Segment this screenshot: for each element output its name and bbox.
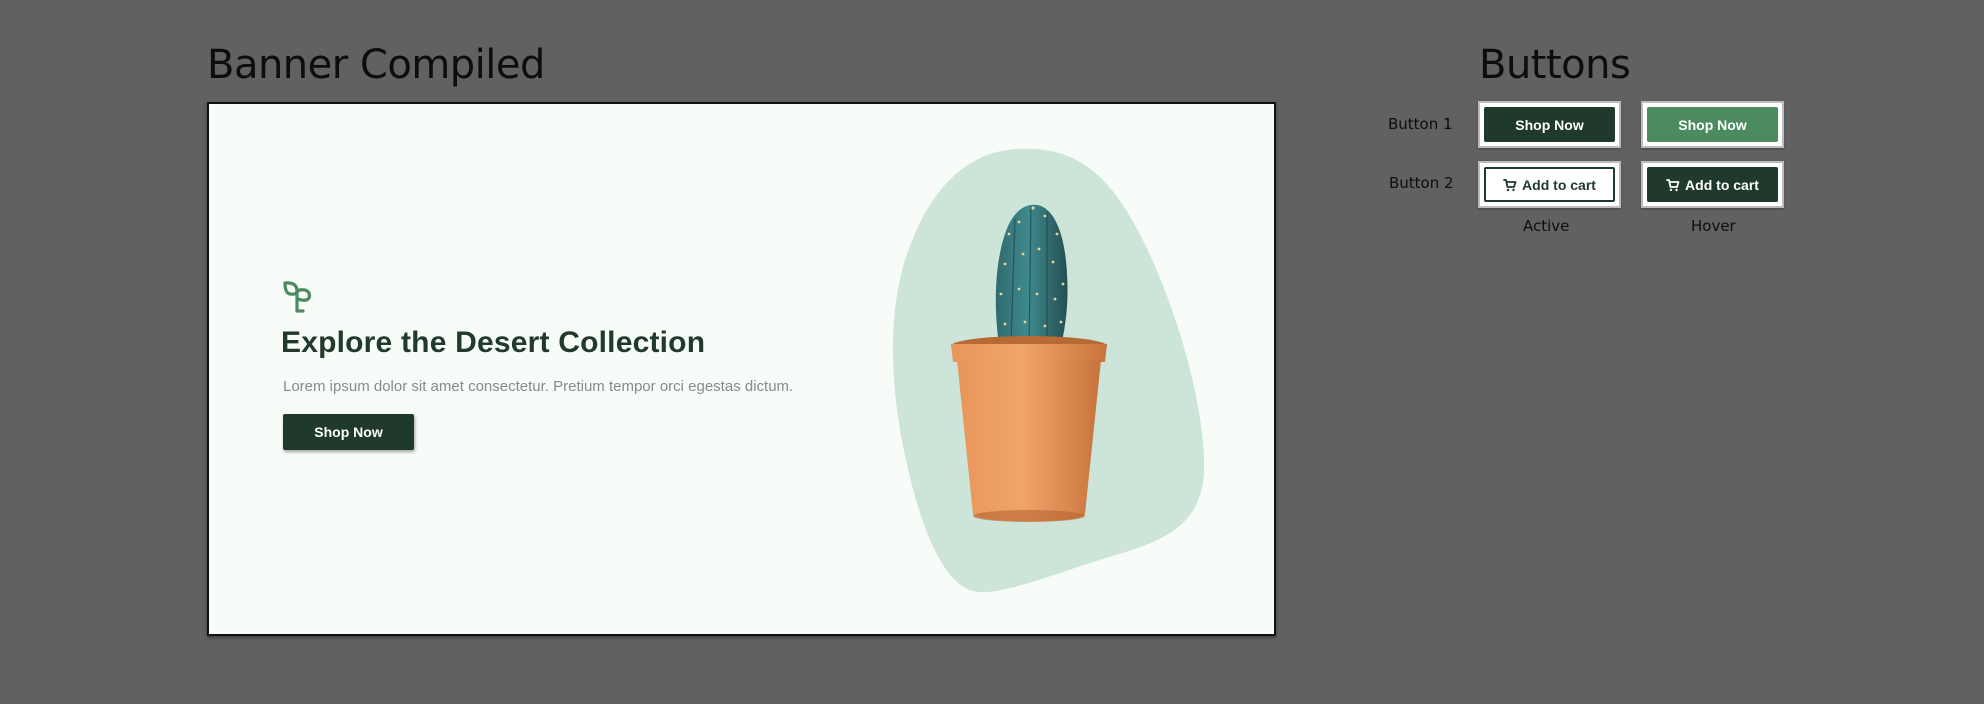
pot-body (957, 360, 1101, 522)
banner-section-title: Banner Compiled (207, 42, 545, 88)
button-2-label: Button 2 (1389, 174, 1454, 192)
hero-banner: Explore the Desert Collection Lorem ipsu… (207, 102, 1276, 636)
state-label-active: Active (1523, 217, 1570, 235)
button-1-active-frame: Shop Now (1478, 101, 1621, 148)
buttons-section-title: Buttons (1479, 42, 1631, 88)
button-1-hover-frame: Shop Now (1641, 101, 1784, 148)
cart-icon (1503, 178, 1517, 191)
sprout-icon (283, 281, 312, 313)
button-2-hover-frame: Add to cart (1641, 161, 1784, 208)
banner-shop-now-button[interactable]: Shop Now (283, 414, 414, 450)
cart-icon (1666, 178, 1680, 191)
add-to-cart-label: Add to cart (1522, 176, 1596, 193)
banner-description: Lorem ipsum dolor sit amet consectetur. … (283, 378, 794, 395)
button-2-active-frame: Add to cart (1478, 161, 1621, 208)
add-to-cart-button-active[interactable]: Add to cart (1484, 167, 1615, 202)
state-label-hover: Hover (1691, 217, 1736, 235)
pot-rim (951, 344, 1107, 362)
shop-now-button-active[interactable]: Shop Now (1484, 107, 1615, 142)
cactus-body (995, 204, 1068, 346)
add-to-cart-button-hover[interactable]: Add to cart (1647, 167, 1778, 202)
banner-headline: Explore the Desert Collection (281, 326, 706, 359)
button-1-label: Button 1 (1388, 115, 1453, 133)
add-to-cart-label: Add to cart (1685, 176, 1759, 193)
shop-now-button-hover[interactable]: Shop Now (1647, 107, 1778, 142)
potted-cactus-image (951, 204, 1107, 522)
